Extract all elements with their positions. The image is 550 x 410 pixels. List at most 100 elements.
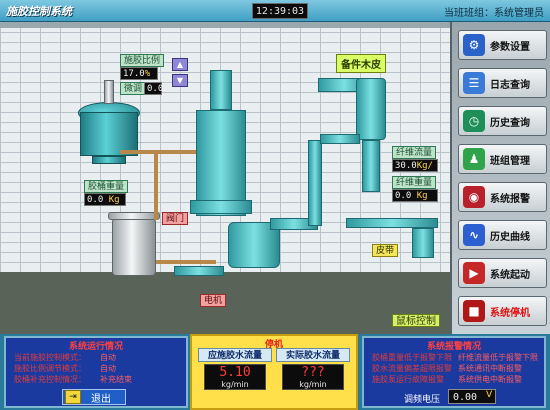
pump-motor bbox=[174, 266, 224, 276]
menu-log-button[interactable]: ☰ 日志查询 bbox=[458, 68, 547, 98]
mouse-control-button[interactable]: 鼠标控制 bbox=[392, 314, 440, 327]
belt-conveyor bbox=[346, 218, 438, 228]
glue-pipe-top bbox=[120, 150, 198, 154]
group-icon: ♟ bbox=[463, 148, 485, 170]
refiner-column-top bbox=[210, 70, 232, 110]
glue-pipe-drop bbox=[154, 150, 158, 220]
settings-icon: ⚙ bbox=[463, 34, 485, 56]
shift-user-value: 系统管理员 bbox=[494, 8, 544, 19]
cyclone-cone bbox=[362, 140, 380, 192]
ceiling-beam bbox=[0, 22, 450, 28]
spare-part-sign: 备件木皮 bbox=[336, 54, 386, 73]
menu-group-button[interactable]: ♟ 班组管理 bbox=[458, 144, 547, 174]
refiner-base bbox=[190, 200, 252, 214]
menu-start-button[interactable]: ▶ 系统起动 bbox=[458, 258, 547, 288]
alarm-line-value: 系统通讯中断报警 bbox=[458, 364, 522, 372]
cyclone-duct-lower bbox=[320, 134, 360, 144]
app-title: 施胶控制系统 bbox=[6, 5, 72, 18]
cyclone-body bbox=[356, 78, 386, 140]
valve-label[interactable]: 阀门 bbox=[162, 212, 189, 225]
start-icon: ▶ bbox=[463, 262, 485, 284]
fiber-flow-label: 纤维流量 bbox=[392, 146, 437, 159]
glue-barrel-lid bbox=[108, 212, 160, 220]
clock-display: 12:39:03 bbox=[252, 3, 308, 19]
run-line-label: 施胶比例调节模式： bbox=[14, 364, 86, 372]
process-scene: 施胶比例 17.0% 微调 0.0 ▲ ▼ 胶桶重量 0.0 Kg 备件木皮 纤… bbox=[0, 22, 450, 334]
alarm-line: 胶水流量偏差超限报警 系统通讯中断报警 bbox=[372, 363, 542, 372]
alarm-line-label: 施胶泵运行故障报警 bbox=[372, 375, 444, 383]
run-line: 胶桶补充控制情况： 补充结束 bbox=[14, 374, 184, 383]
log-icon: ☰ bbox=[463, 72, 485, 94]
run-status-panel: 系统运行情况 当前施胶控制模式： 自动 施胶比例调节模式： 自动 胶桶补充控制情… bbox=[4, 336, 188, 408]
alarm-line-value: 系统供电中断报警 bbox=[458, 375, 522, 383]
glue-weight-unit: Kg bbox=[108, 195, 120, 205]
glue-ratio-label: 施胶比例 bbox=[120, 54, 165, 67]
run-line-value: 自动 bbox=[100, 364, 116, 372]
shift-user: 当班班组：系统管理员 bbox=[444, 4, 544, 19]
flow-panel: 停机 应施胶水流量 实际胶水流量 5.10 kg/min ??? kg/min bbox=[190, 334, 358, 410]
flow-actual-value: ??? bbox=[301, 365, 325, 380]
alarm-line: 施胶泵运行故障报警 系统供电中断报警 bbox=[372, 374, 542, 383]
run-line: 当前施胶控制模式： 自动 bbox=[14, 352, 184, 361]
belt-label[interactable]: 皮带 bbox=[372, 244, 399, 257]
menu-stop-button[interactable]: ■ 系统停机 bbox=[458, 296, 547, 326]
alarm-panel-title: 系统报警情况 bbox=[426, 342, 481, 352]
run-line: 施胶比例调节模式： 自动 bbox=[14, 363, 184, 372]
fine-tune-value[interactable]: 0.0 bbox=[144, 82, 163, 95]
alarm-line-value: 纤维流量低于报警下限 bbox=[458, 353, 538, 361]
ratio-down-button[interactable]: ▼ bbox=[172, 74, 188, 87]
glue-ratio-value[interactable]: 17.0% bbox=[120, 67, 158, 80]
glue-weight-number: 0.0 bbox=[87, 195, 104, 205]
glue-barrel bbox=[112, 218, 156, 276]
menu-label: 日志查询 bbox=[490, 79, 530, 91]
alarm-line-label: 胶水流量偏差超限报警 bbox=[372, 364, 452, 372]
run-line-label: 当前施胶控制模式： bbox=[14, 353, 86, 361]
side-menu: ⚙ 参数设置 ☰ 日志查询 ◷ 历史查询 ♟ 班组管理 ◉ 系统报警 ∿ 历史曲… bbox=[450, 22, 550, 334]
flow-actual-label: 实际胶水流量 bbox=[276, 348, 350, 362]
menu-alarm-button[interactable]: ◉ 系统报警 bbox=[458, 182, 547, 212]
menu-params-button[interactable]: ⚙ 参数设置 bbox=[458, 30, 547, 60]
fiber-flow-unit: Kg/ bbox=[416, 161, 433, 171]
glue-ratio-unit: % bbox=[144, 69, 151, 79]
fine-tune-label: 微调 bbox=[120, 82, 147, 95]
run-line-value: 自动 bbox=[100, 353, 116, 361]
mixing-tank-base bbox=[92, 156, 126, 164]
ratio-up-button[interactable]: ▲ bbox=[172, 58, 188, 71]
mixing-tank-motor bbox=[104, 80, 114, 104]
menu-history-button[interactable]: ◷ 历史查询 bbox=[458, 106, 547, 136]
glue-weight-value: 0.0 Kg bbox=[84, 193, 126, 206]
menu-label: 班组管理 bbox=[490, 155, 530, 167]
menu-curve-button[interactable]: ∿ 历史曲线 bbox=[458, 220, 547, 250]
flow-should-label: 应施胶水流量 bbox=[198, 348, 272, 362]
flow-should-box: 5.10 kg/min bbox=[204, 364, 266, 390]
menu-label: 历史查询 bbox=[490, 117, 530, 129]
fiber-weight-value: 0.0 Kg bbox=[392, 189, 438, 202]
fiber-flow-number: 30.0 bbox=[395, 161, 417, 171]
menu-label: 参数设置 bbox=[490, 41, 530, 53]
freq-voltage-unit: V bbox=[486, 390, 493, 400]
menu-label: 系统停机 bbox=[490, 307, 530, 319]
exit-button[interactable]: ⇥ 退出 bbox=[62, 389, 126, 405]
fiber-flow-value: 30.0Kg/ bbox=[392, 159, 438, 172]
glue-ratio-number: 17.0 bbox=[123, 69, 145, 79]
run-line-value: 补充结束 bbox=[100, 375, 132, 383]
menu-label: 历史曲线 bbox=[490, 231, 530, 243]
alarm-line: 胶桶重量低于报警下限 纤维流量低于报警下限 bbox=[372, 352, 542, 361]
glue-pipe-bottom bbox=[156, 260, 216, 264]
menu-label: 系统起动 bbox=[490, 269, 530, 281]
flow-should-value: 5.10 bbox=[219, 365, 251, 380]
alarm-icon: ◉ bbox=[463, 186, 485, 208]
fiber-weight-number: 0.0 bbox=[395, 191, 412, 201]
outlet-duct-rise bbox=[308, 140, 322, 226]
motor-label[interactable]: 电机 bbox=[200, 294, 227, 307]
title-bar: 施胶控制系统 12:39:03 当班班组：系统管理员 bbox=[0, 0, 550, 22]
fiber-weight-unit: Kg bbox=[416, 191, 428, 201]
alarm-line-label: 胶桶重量低于报警下限 bbox=[372, 353, 452, 361]
exit-label: 退出 bbox=[91, 393, 111, 405]
history-icon: ◷ bbox=[463, 110, 485, 132]
run-line-label: 胶桶补充控制情况： bbox=[14, 375, 86, 383]
belt-pipe bbox=[412, 228, 434, 258]
run-status-title: 系统运行情况 bbox=[68, 342, 123, 352]
shift-user-label: 当班班组： bbox=[444, 8, 494, 19]
curve-icon: ∿ bbox=[463, 224, 485, 246]
